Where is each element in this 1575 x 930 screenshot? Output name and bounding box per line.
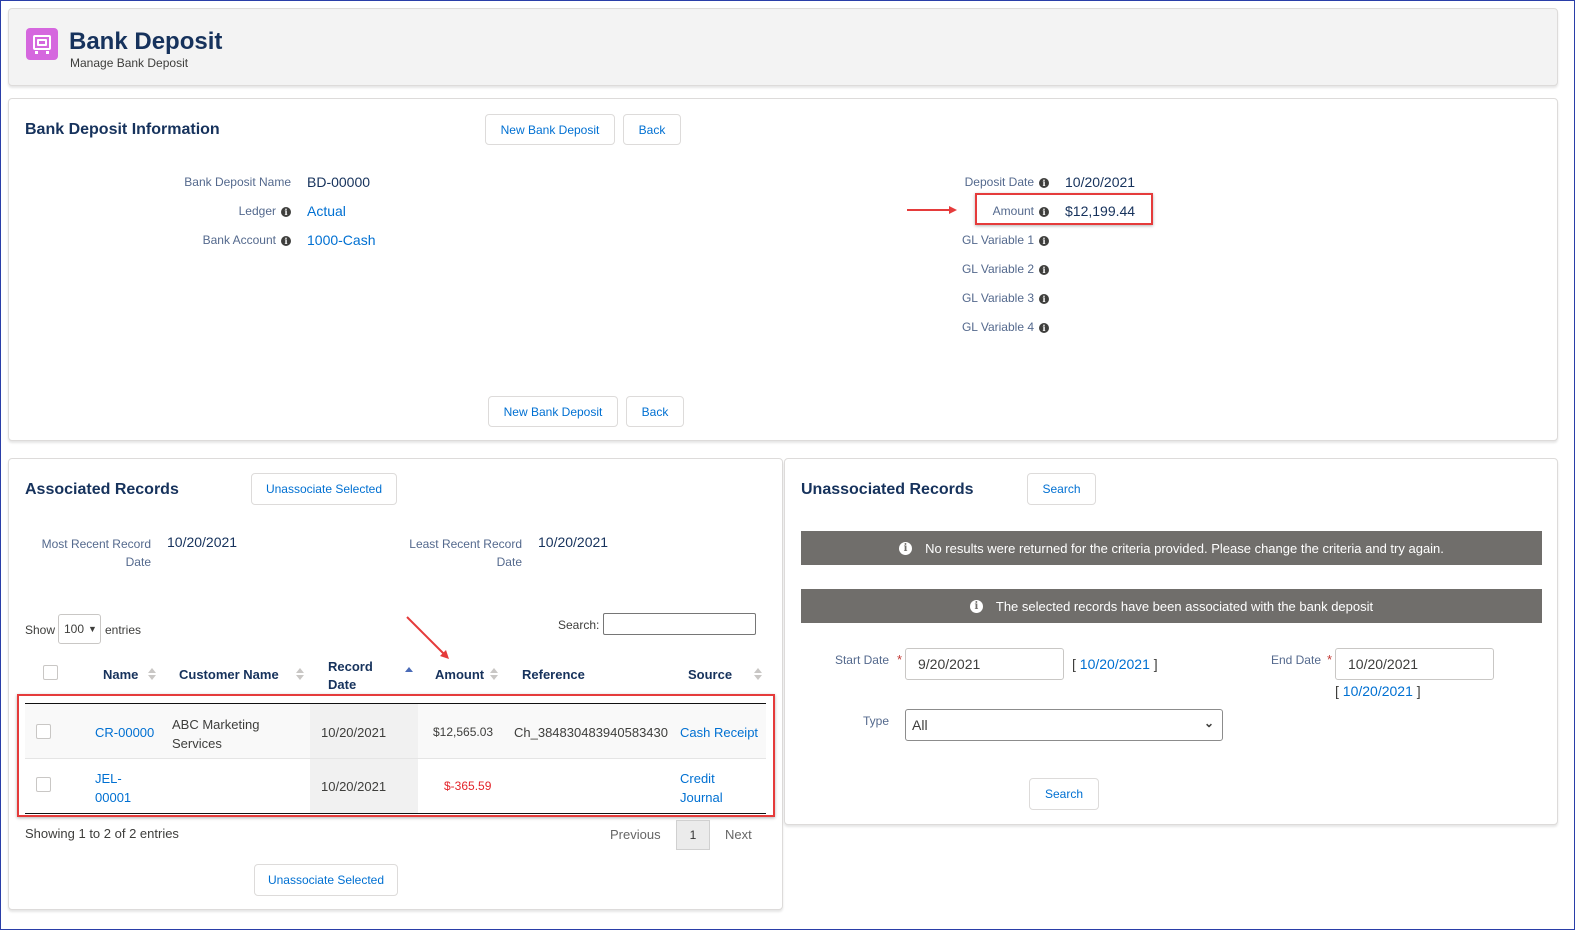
no-results-notice: i No results were returned for the criter… (801, 531, 1542, 565)
annotation-arrow (907, 206, 957, 214)
field-label-gl-variable-3: GL Variable 3i (909, 291, 1049, 305)
info-icon[interactable]: i (1039, 294, 1049, 304)
field-value-deposit-date: 10/20/2021 (1065, 174, 1136, 190)
end-date-shortcut: [ 10/20/2021 ] (1335, 683, 1421, 699)
associated-success-notice: i The selected records have been associat… (801, 589, 1542, 623)
start-date-link[interactable]: 10/20/2021 (1080, 656, 1150, 672)
sort-icon[interactable] (490, 668, 498, 680)
column-header-record-date[interactable]: Record Date (328, 658, 373, 694)
column-header-customer-name[interactable]: Customer Name (179, 667, 279, 682)
end-date-label: End Date (1270, 653, 1321, 667)
back-button-bottom[interactable]: Back (626, 396, 684, 427)
search-label: Search: (558, 618, 600, 632)
annotation-arrow (406, 616, 449, 659)
section-title: Associated Records (25, 481, 179, 498)
end-date-link[interactable]: 10/20/2021 (1343, 683, 1413, 699)
info-icon[interactable]: i (1039, 265, 1049, 275)
bank-deposit-info-panel: Bank Deposit Information New Bank Deposi… (8, 98, 1558, 441)
field-label-gl-variable-2: GL Variable 2i (909, 262, 1049, 276)
least-recent-record-date-value: 10/20/2021 (538, 534, 609, 550)
field-value-bank-deposit-name: BD-00000 (307, 174, 371, 190)
new-bank-deposit-button-bottom[interactable]: New Bank Deposit (488, 396, 618, 427)
unassociated-records-panel: Unassociated Records Search i No results … (784, 458, 1558, 825)
chevron-down-icon: ▼ (88, 624, 97, 634)
section-title: Bank Deposit Information (25, 121, 220, 138)
field-label-gl-variable-1: GL Variable 1i (909, 233, 1049, 247)
field-label-bank-deposit-name: Bank Deposit Name (184, 175, 291, 189)
column-header-amount[interactable]: Amount (435, 667, 484, 682)
previous-page-button[interactable]: Previous (610, 827, 661, 842)
new-bank-deposit-button[interactable]: New Bank Deposit (485, 114, 615, 145)
info-icon: i (969, 599, 983, 613)
type-select[interactable]: All ⌄ (905, 709, 1223, 741)
info-icon[interactable]: i (281, 207, 291, 217)
page-header: Bank Deposit Manage Bank Deposit (8, 8, 1558, 86)
field-label-ledger: Ledger i (129, 204, 291, 218)
show-label: Show (25, 623, 56, 637)
least-recent-record-date-label: Least Recent Record Date (409, 537, 522, 569)
field-label-bank-account: Bank Account i (129, 233, 291, 247)
bank-deposit-icon (26, 28, 58, 60)
entries-label: entries (105, 623, 142, 637)
info-icon[interactable]: i (1039, 236, 1049, 246)
column-header-source[interactable]: Source (688, 667, 732, 682)
column-header-reference[interactable]: Reference (522, 667, 585, 682)
search-button-bottom[interactable]: Search (1029, 778, 1099, 810)
annotation-box-amount (975, 193, 1153, 225)
end-date-input[interactable]: 10/20/2021 (1335, 648, 1494, 680)
table-search-input[interactable] (603, 613, 756, 635)
bank-account-link[interactable]: 1000-Cash (307, 232, 376, 248)
page-title: Bank Deposit (69, 28, 223, 55)
page-subtitle: Manage Bank Deposit (70, 56, 189, 70)
next-page-button[interactable]: Next (725, 827, 752, 842)
required-indicator: * (897, 652, 903, 667)
sort-icon[interactable] (148, 668, 156, 680)
info-icon[interactable]: i (281, 236, 291, 246)
page-button-1[interactable]: 1 (676, 820, 710, 850)
section-title: Unassociated Records (801, 481, 974, 498)
info-icon: i (899, 541, 913, 555)
unassociate-selected-button-bottom[interactable]: Unassociate Selected (254, 864, 398, 896)
required-indicator: * (1327, 652, 1333, 667)
ledger-link[interactable]: Actual (307, 203, 346, 219)
search-button[interactable]: Search (1027, 473, 1096, 505)
field-label-gl-variable-4: GL Variable 4i (909, 320, 1049, 334)
info-icon[interactable]: i (1039, 323, 1049, 333)
start-date-label: Start Date (834, 653, 889, 667)
annotation-box-rows (17, 694, 775, 817)
associated-records-panel: Associated Records Unassociate Selected … (8, 458, 783, 910)
sort-ascending-icon[interactable] (405, 667, 413, 674)
most-recent-record-date-value: 10/20/2021 (167, 534, 238, 550)
chevron-down-icon: ⌄ (1203, 716, 1214, 730)
column-header-name[interactable]: Name (103, 667, 138, 682)
back-button[interactable]: Back (623, 114, 681, 145)
info-icon[interactable]: i (1039, 178, 1049, 188)
start-date-shortcut: [ 10/20/2021 ] (1072, 656, 1158, 672)
table-info: Showing 1 to 2 of 2 entries (25, 826, 179, 841)
unassociate-selected-button[interactable]: Unassociate Selected (251, 473, 397, 505)
sort-icon[interactable] (296, 668, 304, 680)
most-recent-record-date-label: Most Recent Record Date (41, 537, 151, 569)
type-label: Type (862, 714, 889, 728)
start-date-input[interactable]: 9/20/2021 (905, 648, 1064, 680)
select-all-checkbox[interactable] (43, 665, 58, 680)
field-label-deposit-date: Deposit Date i (909, 175, 1049, 189)
sort-icon[interactable] (754, 668, 762, 680)
page-length-select[interactable]: 100 ▼ (58, 614, 101, 644)
